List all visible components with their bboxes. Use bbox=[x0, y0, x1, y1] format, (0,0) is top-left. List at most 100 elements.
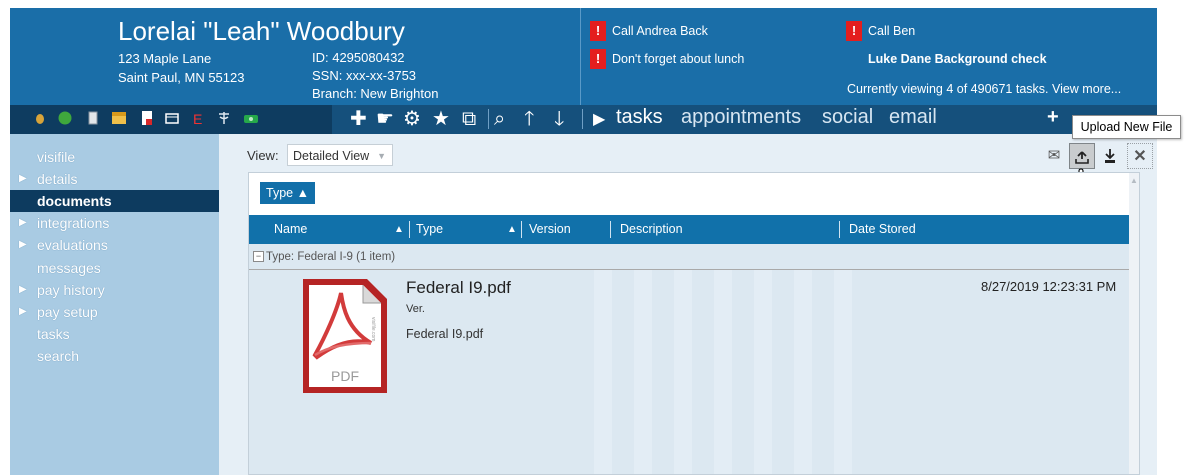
file-description: Federal I9.pdf bbox=[406, 327, 484, 341]
seed-icon[interactable] bbox=[33, 111, 47, 125]
view-select[interactable]: Detailed View ▼ bbox=[287, 144, 393, 166]
delete-button[interactable]: ✕ bbox=[1127, 143, 1153, 169]
alert-icon: ! bbox=[590, 21, 606, 41]
e-icon[interactable]: E bbox=[190, 111, 204, 125]
col-header-description[interactable]: Description bbox=[620, 215, 683, 244]
toolbar-separator bbox=[488, 109, 489, 129]
collapse-icon[interactable]: − bbox=[253, 251, 264, 263]
sidebar-item-messages[interactable]: messages bbox=[10, 257, 236, 279]
alert-text: Don't forget about lunch bbox=[612, 52, 745, 66]
address-line-2: Saint Paul, MN 55123 bbox=[118, 70, 245, 85]
ghost-column bbox=[834, 270, 852, 474]
chevron-down-icon: ▼ bbox=[377, 151, 386, 161]
alert-icon: ! bbox=[590, 49, 606, 69]
vertical-scrollbar[interactable]: ▲ bbox=[1129, 173, 1139, 474]
arrow-down-icon[interactable]: 🡓 bbox=[554, 107, 564, 131]
green-ball-icon[interactable] bbox=[58, 111, 72, 125]
pointer-down-icon[interactable]: ☛ bbox=[376, 107, 394, 131]
nav-arrow-icon[interactable]: ▶ bbox=[593, 109, 605, 129]
envelope-icon: ✉ bbox=[1047, 147, 1061, 164]
alert-item[interactable]: ! Don't forget about lunch bbox=[590, 49, 744, 69]
col-header-type[interactable]: Type bbox=[416, 215, 443, 244]
file-name[interactable]: Federal I9.pdf bbox=[406, 278, 511, 298]
email-button[interactable]: ✉ bbox=[1041, 143, 1067, 169]
upload-icon bbox=[1075, 151, 1089, 164]
pdf-file-icon[interactable]: PDF visifile.com bbox=[301, 277, 389, 395]
add-button[interactable]: + bbox=[1047, 106, 1059, 129]
pdf-icon-watermark: visifile.com bbox=[370, 317, 376, 341]
upload-file-button[interactable] bbox=[1069, 143, 1095, 169]
documents-grid: Type ▲ Name ▲ Type ▲ Version Description… bbox=[248, 172, 1140, 475]
sidebar-item-pay-history[interactable]: ▶ pay history bbox=[10, 279, 236, 301]
pdf-doc-icon[interactable] bbox=[140, 111, 154, 125]
plus-icon[interactable]: ✚ bbox=[350, 107, 367, 131]
caret-right-icon: ▶ bbox=[19, 306, 27, 317]
sidebar-item-search[interactable]: search bbox=[10, 345, 236, 367]
sidebar-item-label: evaluations bbox=[37, 237, 108, 253]
gear-icon[interactable]: ⚙ bbox=[403, 107, 421, 131]
nav-appointments[interactable]: appointments bbox=[681, 106, 801, 129]
employee-header: Lorelai "Leah" Woodbury 123 Maple Lane S… bbox=[10, 8, 1157, 105]
ghost-column bbox=[714, 270, 732, 474]
tasks-summary-link[interactable]: Currently viewing 4 of 490671 tasks. Vie… bbox=[847, 82, 1121, 96]
ghost-column bbox=[794, 270, 812, 474]
nav-email[interactable]: email bbox=[889, 106, 937, 129]
table-row[interactable]: PDF visifile.com Federal I9.pdf Ver. Fed… bbox=[249, 270, 1139, 474]
address-line-1: 123 Maple Lane bbox=[118, 51, 212, 66]
ghost-column bbox=[594, 270, 612, 474]
alert-item[interactable]: ! Call Andrea Back bbox=[590, 21, 708, 41]
sidebar: visifile ▶ details documents ▶ integration… bbox=[10, 134, 236, 475]
ghost-column bbox=[634, 270, 652, 474]
sidebar-item-visifile[interactable]: visifile bbox=[10, 146, 236, 168]
caduceus-icon[interactable] bbox=[217, 111, 231, 125]
group-chip-type[interactable]: Type ▲ bbox=[260, 182, 315, 204]
caret-right-icon: ▶ bbox=[19, 173, 27, 184]
close-icon: ✕ bbox=[1133, 148, 1147, 165]
group-by-area: Type ▲ bbox=[249, 173, 1139, 215]
employee-branch: Branch: New Brighton bbox=[312, 86, 439, 101]
sidebar-item-label: pay setup bbox=[37, 304, 98, 320]
sidebar-item-pay-setup[interactable]: ▶ pay setup bbox=[10, 301, 236, 323]
main-toolbar: E ✚ ☛ ⚙ ★ ⧉ ⌕ 🡑 🡓 ▶ tasks appointments s… bbox=[10, 105, 1157, 134]
sort-asc-icon: ▲ bbox=[507, 224, 517, 235]
col-header-date-stored[interactable]: Date Stored bbox=[849, 215, 916, 244]
dna-icon[interactable] bbox=[112, 111, 126, 125]
sidebar-item-label: pay history bbox=[37, 282, 105, 298]
toolbar-separator bbox=[582, 109, 583, 129]
view-select-value: Detailed View bbox=[293, 149, 370, 163]
sidebar-item-tasks[interactable]: tasks bbox=[10, 323, 236, 345]
column-separator bbox=[610, 221, 611, 238]
download-file-button[interactable] bbox=[1097, 143, 1123, 169]
sidebar-item-label: search bbox=[37, 348, 80, 364]
nav-social[interactable]: social bbox=[822, 106, 873, 129]
sidebar-item-documents[interactable]: documents bbox=[10, 190, 236, 212]
nav-tasks[interactable]: tasks bbox=[616, 106, 663, 129]
employee-ids: ID: 4295080432 SSN: xxx-xx-3753 Branch: … bbox=[312, 49, 438, 103]
document-icon[interactable] bbox=[86, 111, 100, 125]
download-icon bbox=[1105, 149, 1115, 163]
sidebar-item-integrations[interactable]: ▶ integrations bbox=[10, 212, 236, 234]
col-header-name[interactable]: Name bbox=[274, 215, 307, 244]
employee-name: Lorelai "Leah" Woodbury bbox=[118, 16, 405, 46]
documents-panel: View: Detailed View ▼ ✉ ✕ Type ▲ Name ▲ … bbox=[219, 134, 1157, 475]
employee-ssn: SSN: xxx-xx-3753 bbox=[312, 68, 417, 83]
column-separator bbox=[409, 221, 410, 238]
task-item[interactable]: Luke Dane Background check bbox=[868, 49, 1047, 69]
external-link-icon[interactable]: ⧉ bbox=[462, 107, 476, 131]
alert-item[interactable]: ! Call Ben bbox=[846, 21, 915, 41]
col-header-version[interactable]: Version bbox=[529, 215, 571, 244]
upload-tooltip: Upload New File bbox=[1072, 115, 1181, 139]
ghost-column bbox=[674, 270, 692, 474]
view-label: View: bbox=[247, 148, 279, 163]
sidebar-item-evaluations[interactable]: ▶ evaluations bbox=[10, 234, 236, 256]
sidebar-item-label: documents bbox=[37, 193, 112, 209]
sidebar-item-details[interactable]: ▶ details bbox=[10, 168, 236, 190]
scroll-up-icon[interactable]: ▲ bbox=[1130, 176, 1138, 185]
file-version: Ver. bbox=[406, 303, 425, 315]
star-icon[interactable]: ★ bbox=[432, 107, 450, 131]
arrow-up-icon[interactable]: 🡑 bbox=[524, 107, 534, 131]
card-icon[interactable] bbox=[165, 111, 179, 125]
group-row[interactable]: − Type: Federal I-9 (1 item) bbox=[249, 245, 1139, 270]
money-icon[interactable] bbox=[244, 111, 258, 125]
magnifier-icon[interactable]: ⌕ bbox=[494, 107, 505, 131]
